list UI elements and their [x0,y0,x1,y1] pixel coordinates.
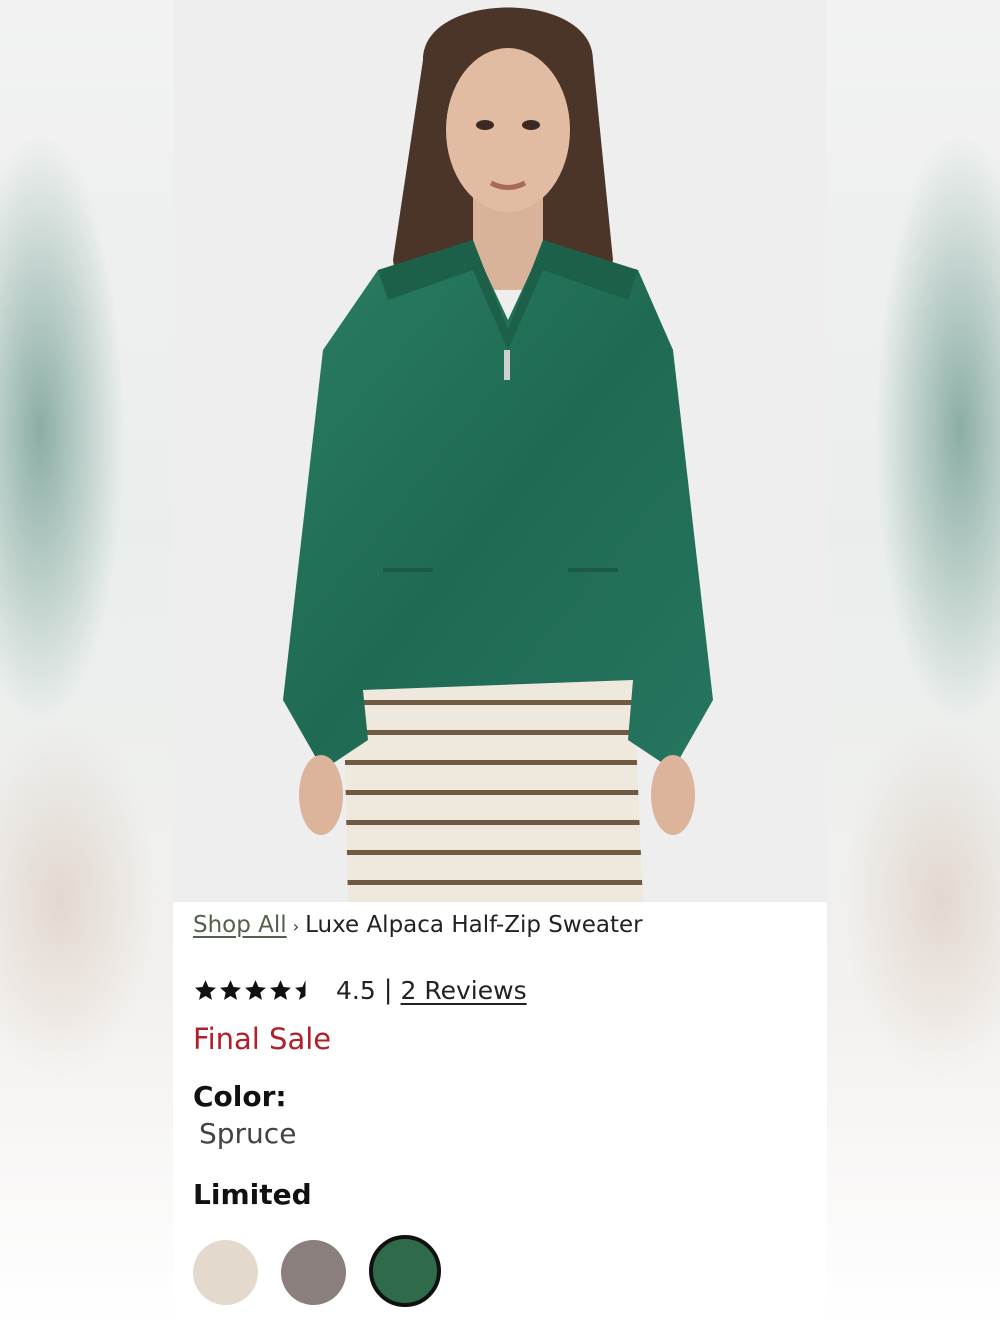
breadcrumb: Shop All › Luxe Alpaca Half-Zip Sweater [193,912,643,938]
rating-value: 4.5 [336,975,376,1005]
selected-color-name: Spruce [199,1117,297,1150]
product-page: Shop All › Luxe Alpaca Half-Zip Sweater … [173,0,827,1330]
color-swatches [193,1235,464,1307]
breadcrumb-separator-icon: › [292,917,300,936]
reviews-link[interactable]: 2 Reviews [401,976,527,1005]
color-label: Color: [193,1080,287,1113]
breadcrumb-current: Luxe Alpaca Half-Zip Sweater [305,912,643,938]
star-full-icon [195,979,216,1000]
final-sale-badge: Final Sale [193,1022,332,1056]
availability-label: Limited [193,1178,312,1211]
star-full-icon [270,979,291,1000]
breadcrumb-shop-all-link[interactable]: Shop All [193,912,287,938]
color-swatch[interactable] [281,1239,346,1305]
model-photo [173,0,827,902]
star-full-icon [245,979,266,1000]
star-rating [193,978,318,1003]
star-half-icon [295,979,306,1000]
product-image[interactable] [173,0,827,902]
rating-divider: | [383,975,393,1005]
product-rating: 4.5 | 2 Reviews [193,975,527,1005]
color-swatch-selected[interactable] [369,1235,441,1307]
star-full-icon [220,979,241,1000]
color-swatch[interactable] [193,1239,258,1305]
